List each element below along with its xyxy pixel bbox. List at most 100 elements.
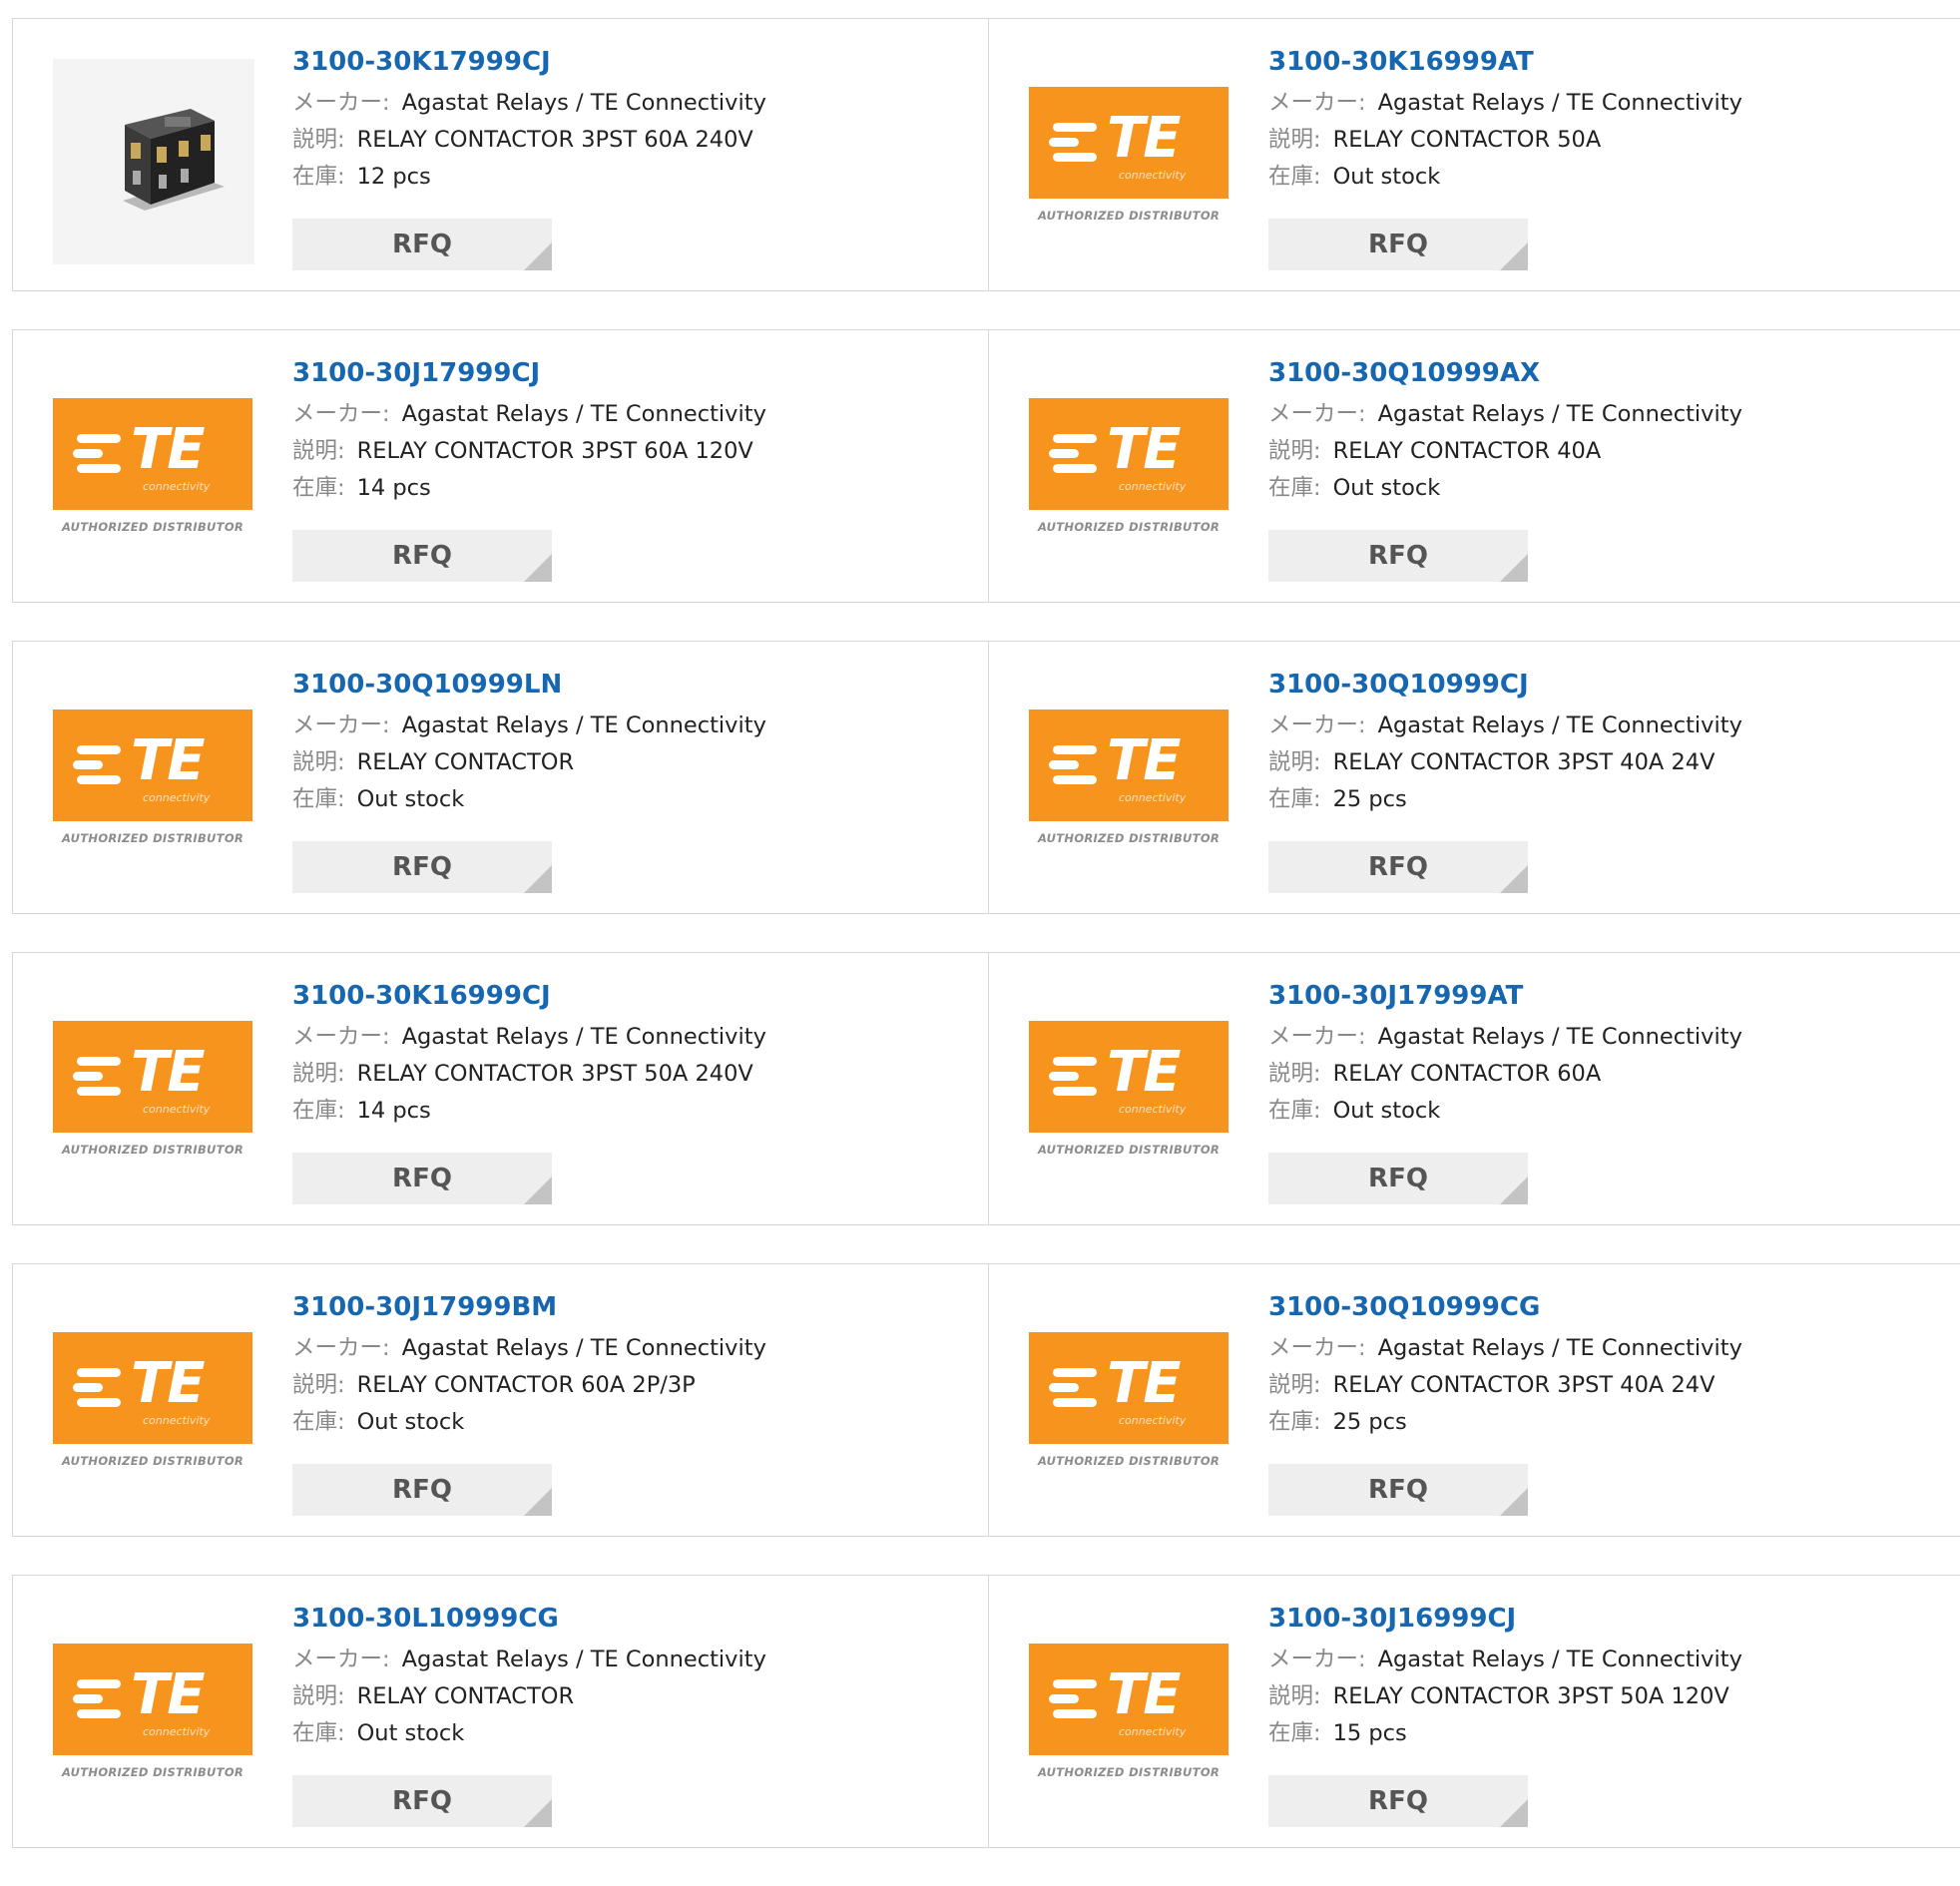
- product-image[interactable]: TE connectivity AUTHORIZED DISTRIBUTOR: [1029, 1003, 1230, 1177]
- product-image[interactable]: TE connectivity AUTHORIZED DISTRIBUTOR: [1029, 1314, 1230, 1488]
- maker-value: Agastat Relays / TE Connectivity: [1377, 1335, 1742, 1361]
- product-image[interactable]: TE connectivity AUTHORIZED DISTRIBUTOR: [53, 692, 254, 865]
- rfq-label: RFQ: [1368, 230, 1428, 259]
- te-logo-sub: connectivity: [143, 1414, 211, 1427]
- te-logo-sub: connectivity: [143, 1103, 211, 1116]
- part-number-link[interactable]: 3100-30Q10999CJ: [1268, 668, 1742, 702]
- maker-label: メーカー:: [1268, 712, 1366, 738]
- maker-line: メーカー: Agastat Relays / TE Connectivity: [292, 1642, 766, 1678]
- product-card: TE connectivity AUTHORIZED DISTRIBUTOR 3…: [12, 329, 989, 603]
- description-line: 説明: RELAY CONTACTOR 60A 2P/3P: [292, 1367, 766, 1404]
- rfq-button[interactable]: RFQ: [1268, 1464, 1528, 1516]
- te-connectivity-logo: TE connectivity: [53, 398, 252, 510]
- product-info: 3100-30K16999CJ メーカー: Agastat Relays / TE…: [292, 979, 766, 1130]
- te-logo-sub: connectivity: [143, 1725, 211, 1738]
- stock-value: 12 pcs: [356, 164, 431, 190]
- rfq-button[interactable]: RFQ: [1268, 1775, 1528, 1827]
- product-row: TE connectivity AUTHORIZED DISTRIBUTOR 3…: [12, 329, 1960, 603]
- description-label: 説明:: [292, 1683, 345, 1709]
- description-label: 説明:: [292, 1372, 345, 1398]
- product-row: TE connectivity AUTHORIZED DISTRIBUTOR 3…: [12, 1575, 1960, 1848]
- product-card: TE connectivity AUTHORIZED DISTRIBUTOR 3…: [989, 329, 1960, 603]
- authorized-distributor-text: AUTHORIZED DISTRIBUTOR: [61, 520, 245, 534]
- product-image[interactable]: TE connectivity AUTHORIZED DISTRIBUTOR: [53, 1626, 254, 1799]
- product-image[interactable]: TE connectivity AUTHORIZED DISTRIBUTOR: [53, 1003, 254, 1177]
- te-stripes-icon: [1049, 745, 1097, 785]
- product-image[interactable]: TE connectivity AUTHORIZED DISTRIBUTOR: [53, 1314, 254, 1488]
- product-row: TE connectivity AUTHORIZED DISTRIBUTOR 3…: [12, 952, 1960, 1225]
- maker-line: メーカー: Agastat Relays / TE Connectivity: [1268, 1330, 1742, 1367]
- stock-line: 在庫: 14 pcs: [292, 470, 766, 507]
- product-card: TE connectivity AUTHORIZED DISTRIBUTOR 3…: [12, 1575, 989, 1848]
- rfq-corner-decoration: [524, 242, 552, 270]
- rfq-label: RFQ: [1368, 852, 1428, 882]
- stock-line: 在庫: Out stock: [1268, 1093, 1742, 1130]
- product-info: 3100-30K17999CJ メーカー: Agastat Relays / TE…: [292, 45, 766, 196]
- rfq-corner-decoration: [524, 1799, 552, 1827]
- maker-value: Agastat Relays / TE Connectivity: [401, 1647, 766, 1672]
- description-line: 説明: RELAY CONTACTOR: [292, 744, 766, 781]
- te-logo-word: TE: [1107, 106, 1181, 171]
- te-connectivity-logo: TE connectivity: [1029, 398, 1228, 510]
- maker-label: メーカー:: [1268, 401, 1366, 427]
- rfq-button[interactable]: RFQ: [292, 1464, 552, 1516]
- part-number-link[interactable]: 3100-30Q10999LN: [292, 668, 766, 702]
- description-line: 説明: RELAY CONTACTOR 3PST 60A 120V: [292, 433, 766, 470]
- maker-line: メーカー: Agastat Relays / TE Connectivity: [1268, 396, 1742, 433]
- product-card: TE connectivity AUTHORIZED DISTRIBUTOR 3…: [989, 18, 1960, 291]
- description-value: RELAY CONTACTOR 3PST 40A 24V: [1332, 1372, 1715, 1398]
- part-number-link[interactable]: 3100-30Q10999CG: [1268, 1290, 1742, 1324]
- rfq-corner-decoration: [524, 554, 552, 582]
- te-logo-sub: connectivity: [143, 480, 211, 493]
- product-card: TE connectivity AUTHORIZED DISTRIBUTOR 3…: [12, 952, 989, 1225]
- rfq-button[interactable]: RFQ: [292, 530, 552, 582]
- part-number-link[interactable]: 3100-30J17999BM: [292, 1290, 766, 1324]
- product-image[interactable]: [53, 59, 254, 264]
- description-value: RELAY CONTACTOR 3PST 50A 240V: [356, 1061, 753, 1087]
- stock-label: 在庫:: [1268, 475, 1321, 501]
- part-number-link[interactable]: 3100-30J17999CJ: [292, 356, 766, 390]
- part-number-link[interactable]: 3100-30K16999CJ: [292, 979, 766, 1013]
- stock-value: 14 pcs: [356, 1098, 431, 1124]
- rfq-label: RFQ: [1368, 1164, 1428, 1193]
- description-label: 説明:: [292, 438, 345, 464]
- maker-value: Agastat Relays / TE Connectivity: [401, 712, 766, 738]
- product-image[interactable]: TE connectivity AUTHORIZED DISTRIBUTOR: [1029, 692, 1230, 865]
- product-card: TE connectivity AUTHORIZED DISTRIBUTOR 3…: [12, 1263, 989, 1537]
- description-line: 説明: RELAY CONTACTOR 50A: [1268, 122, 1742, 159]
- te-logo-word: TE: [1107, 1351, 1181, 1416]
- description-label: 説明:: [1268, 1372, 1321, 1398]
- part-number-link[interactable]: 3100-30L10999CG: [292, 1602, 766, 1636]
- description-value: RELAY CONTACTOR 3PST 40A 24V: [1332, 749, 1715, 775]
- product-image[interactable]: TE connectivity AUTHORIZED DISTRIBUTOR: [1029, 1626, 1230, 1799]
- description-label: 説明:: [1268, 438, 1321, 464]
- product-image[interactable]: TE connectivity AUTHORIZED DISTRIBUTOR: [1029, 69, 1230, 242]
- description-line: 説明: RELAY CONTACTOR 3PST 50A 240V: [292, 1056, 766, 1093]
- rfq-button[interactable]: RFQ: [292, 1153, 552, 1204]
- rfq-button[interactable]: RFQ: [1268, 841, 1528, 893]
- description-value: RELAY CONTACTOR 50A: [1332, 127, 1602, 153]
- part-number-link[interactable]: 3100-30J16999CJ: [1268, 1602, 1742, 1636]
- authorized-distributor-text: AUTHORIZED DISTRIBUTOR: [61, 831, 245, 845]
- authorized-distributor-text: AUTHORIZED DISTRIBUTOR: [1037, 1765, 1221, 1779]
- part-number-link[interactable]: 3100-30J17999AT: [1268, 979, 1742, 1013]
- part-number-link[interactable]: 3100-30K16999AT: [1268, 45, 1742, 79]
- maker-line: メーカー: Agastat Relays / TE Connectivity: [1268, 1019, 1742, 1056]
- product-grid: 3100-30K17999CJ メーカー: Agastat Relays / TE…: [12, 18, 1960, 1886]
- rfq-button[interactable]: RFQ: [1268, 219, 1528, 270]
- rfq-button[interactable]: RFQ: [292, 219, 552, 270]
- part-number-link[interactable]: 3100-30Q10999AX: [1268, 356, 1742, 390]
- product-image[interactable]: TE connectivity AUTHORIZED DISTRIBUTOR: [1029, 380, 1230, 554]
- rfq-button[interactable]: RFQ: [1268, 1153, 1528, 1204]
- authorized-distributor-text: AUTHORIZED DISTRIBUTOR: [1037, 1143, 1221, 1157]
- description-line: 説明: RELAY CONTACTOR: [292, 1678, 766, 1715]
- te-connectivity-logo: TE connectivity: [53, 1332, 252, 1444]
- product-image[interactable]: TE connectivity AUTHORIZED DISTRIBUTOR: [53, 380, 254, 554]
- stock-label: 在庫:: [292, 786, 345, 812]
- rfq-button[interactable]: RFQ: [292, 841, 552, 893]
- part-number-link[interactable]: 3100-30K17999CJ: [292, 45, 766, 79]
- rfq-button[interactable]: RFQ: [1268, 530, 1528, 582]
- rfq-label: RFQ: [392, 541, 452, 571]
- maker-label: メーカー:: [292, 90, 390, 116]
- rfq-button[interactable]: RFQ: [292, 1775, 552, 1827]
